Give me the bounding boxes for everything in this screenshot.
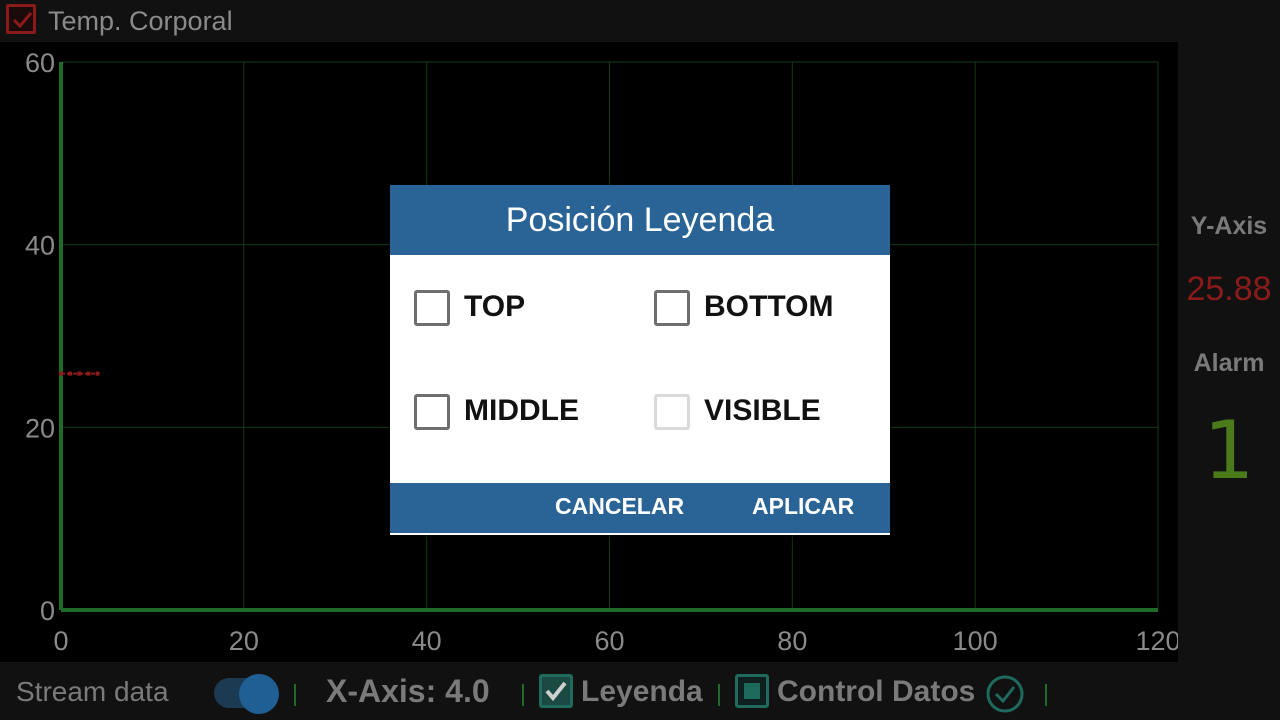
indeterminate-mark: [744, 683, 760, 699]
checkmark-icon: [545, 681, 567, 702]
y-axis-label: Y-Axis: [1190, 212, 1268, 240]
top-checkbox[interactable]: [414, 290, 450, 326]
bottom-toolbar: Stream data X-Axis: 4.0 Leyenda Control …: [0, 662, 1280, 720]
middle-checkbox[interactable]: [414, 394, 450, 430]
data-point: [95, 371, 100, 376]
stream-data-label: Stream data: [16, 676, 169, 707]
y-tick-label: 20: [25, 413, 55, 443]
separator: [718, 684, 720, 706]
x-tick-label: 20: [229, 626, 259, 656]
data-point: [86, 371, 91, 376]
x-tick-label: 100: [953, 626, 998, 656]
data-point: [77, 371, 82, 376]
alarm-label: Alarm: [1193, 349, 1265, 377]
data-point: [59, 371, 63, 376]
x-axis-readout: X-Axis: 4.0: [326, 673, 490, 709]
x-tick-label: 0: [53, 626, 68, 656]
control-datos-checkbox[interactable]: [735, 674, 769, 708]
series-enable-checkbox[interactable]: [6, 4, 36, 34]
visible-checkbox[interactable]: [654, 394, 690, 430]
dialog-title: Posición Leyenda: [505, 201, 775, 239]
separator: [522, 684, 524, 706]
chart-title: Temp. Corporal: [48, 6, 233, 36]
separator: [294, 684, 296, 706]
app-screen: Temp. Corporal 0 20 40 60 80 100 120 0 20 40 60 Y-…: [0, 0, 1280, 720]
option-label[interactable]: VISIBLE: [704, 394, 821, 428]
data-point: [68, 371, 73, 376]
right-info-panel: Y-Axis 25.88 Alarm 1: [1178, 42, 1280, 662]
dialog-footer: CANCELAR APLICAR: [390, 483, 890, 533]
option-label[interactable]: BOTTOM: [704, 290, 833, 324]
dialog-header: Posición Leyenda: [390, 185, 890, 255]
x-tick-label: 40: [412, 626, 442, 656]
checkmark-icon: [12, 12, 33, 29]
cancel-button[interactable]: CANCELAR: [555, 493, 684, 520]
control-datos-label[interactable]: Control Datos: [777, 675, 975, 709]
dialog-divider: [390, 533, 890, 535]
y-tick-label: 40: [25, 231, 55, 261]
title-bar: Temp. Corporal: [0, 0, 1280, 42]
y-tick-label: 60: [25, 48, 55, 78]
option-label[interactable]: TOP: [464, 290, 525, 324]
x-tick-label: 80: [777, 626, 807, 656]
legend-label[interactable]: Leyenda: [581, 675, 703, 709]
legend-checkbox[interactable]: [539, 674, 573, 708]
y-tick-label: 0: [40, 596, 55, 626]
check-circle-icon[interactable]: [985, 674, 1025, 714]
apply-button[interactable]: APLICAR: [752, 493, 854, 520]
option-label[interactable]: MIDDLE: [464, 394, 579, 428]
legend-position-dialog: Posición Leyenda TOP BOTTOM MIDDLE VISIB…: [390, 185, 890, 535]
bottom-checkbox[interactable]: [654, 290, 690, 326]
stream-data-toggle-thumb[interactable]: [239, 674, 279, 714]
alarm-value: 1: [1203, 404, 1255, 497]
x-tick-label: 60: [594, 626, 624, 656]
x-tick-label: 120: [1135, 626, 1178, 656]
y-axis-value: 25.88: [1186, 270, 1272, 308]
separator: [1045, 684, 1047, 706]
